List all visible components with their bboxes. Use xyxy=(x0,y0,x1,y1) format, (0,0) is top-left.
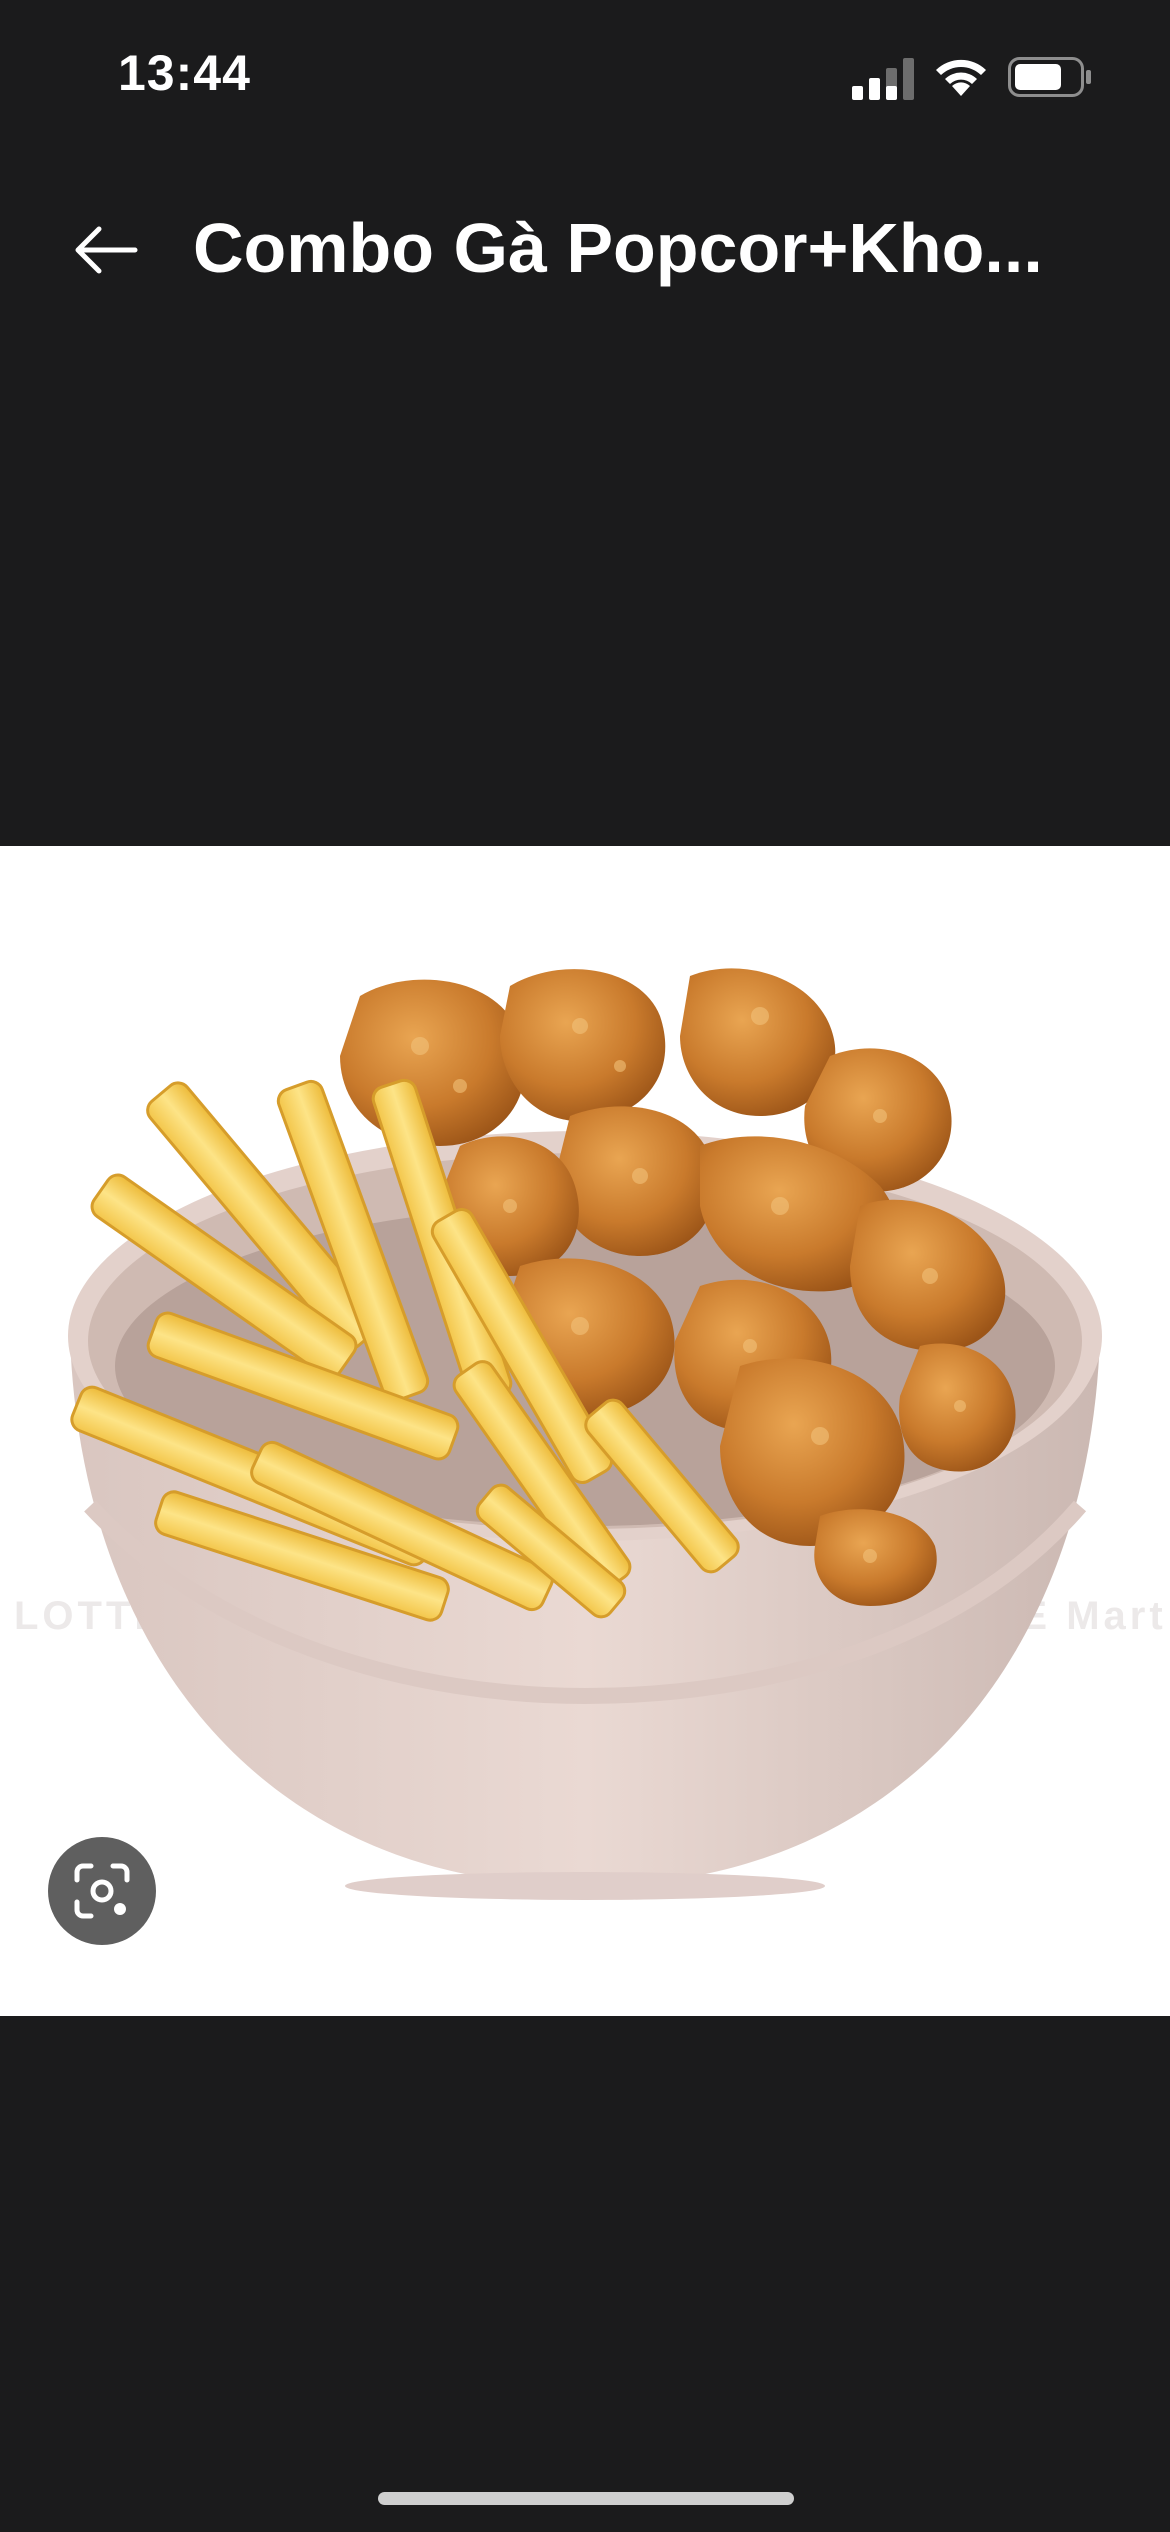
food-photo xyxy=(68,968,1102,1900)
battery-icon xyxy=(1008,57,1091,97)
status-time: 13:44 xyxy=(118,45,251,101)
signal-icon xyxy=(852,58,914,100)
visual-search-icon xyxy=(74,1863,130,1919)
app-header: Combo Gà Popcor+Kho... xyxy=(0,180,1170,310)
product-image[interactable]: LOTTE Mart LOTTE Mart xyxy=(0,846,1170,2016)
home-indicator[interactable] xyxy=(378,2492,794,2505)
wifi-icon xyxy=(936,59,986,96)
visual-search-button[interactable] xyxy=(48,1837,156,1945)
status-bar: 13:44 xyxy=(0,0,1170,150)
page-title: Combo Gà Popcor+Kho... xyxy=(193,209,1043,287)
back-button[interactable] xyxy=(58,202,154,298)
arrow-left-icon xyxy=(75,226,138,274)
